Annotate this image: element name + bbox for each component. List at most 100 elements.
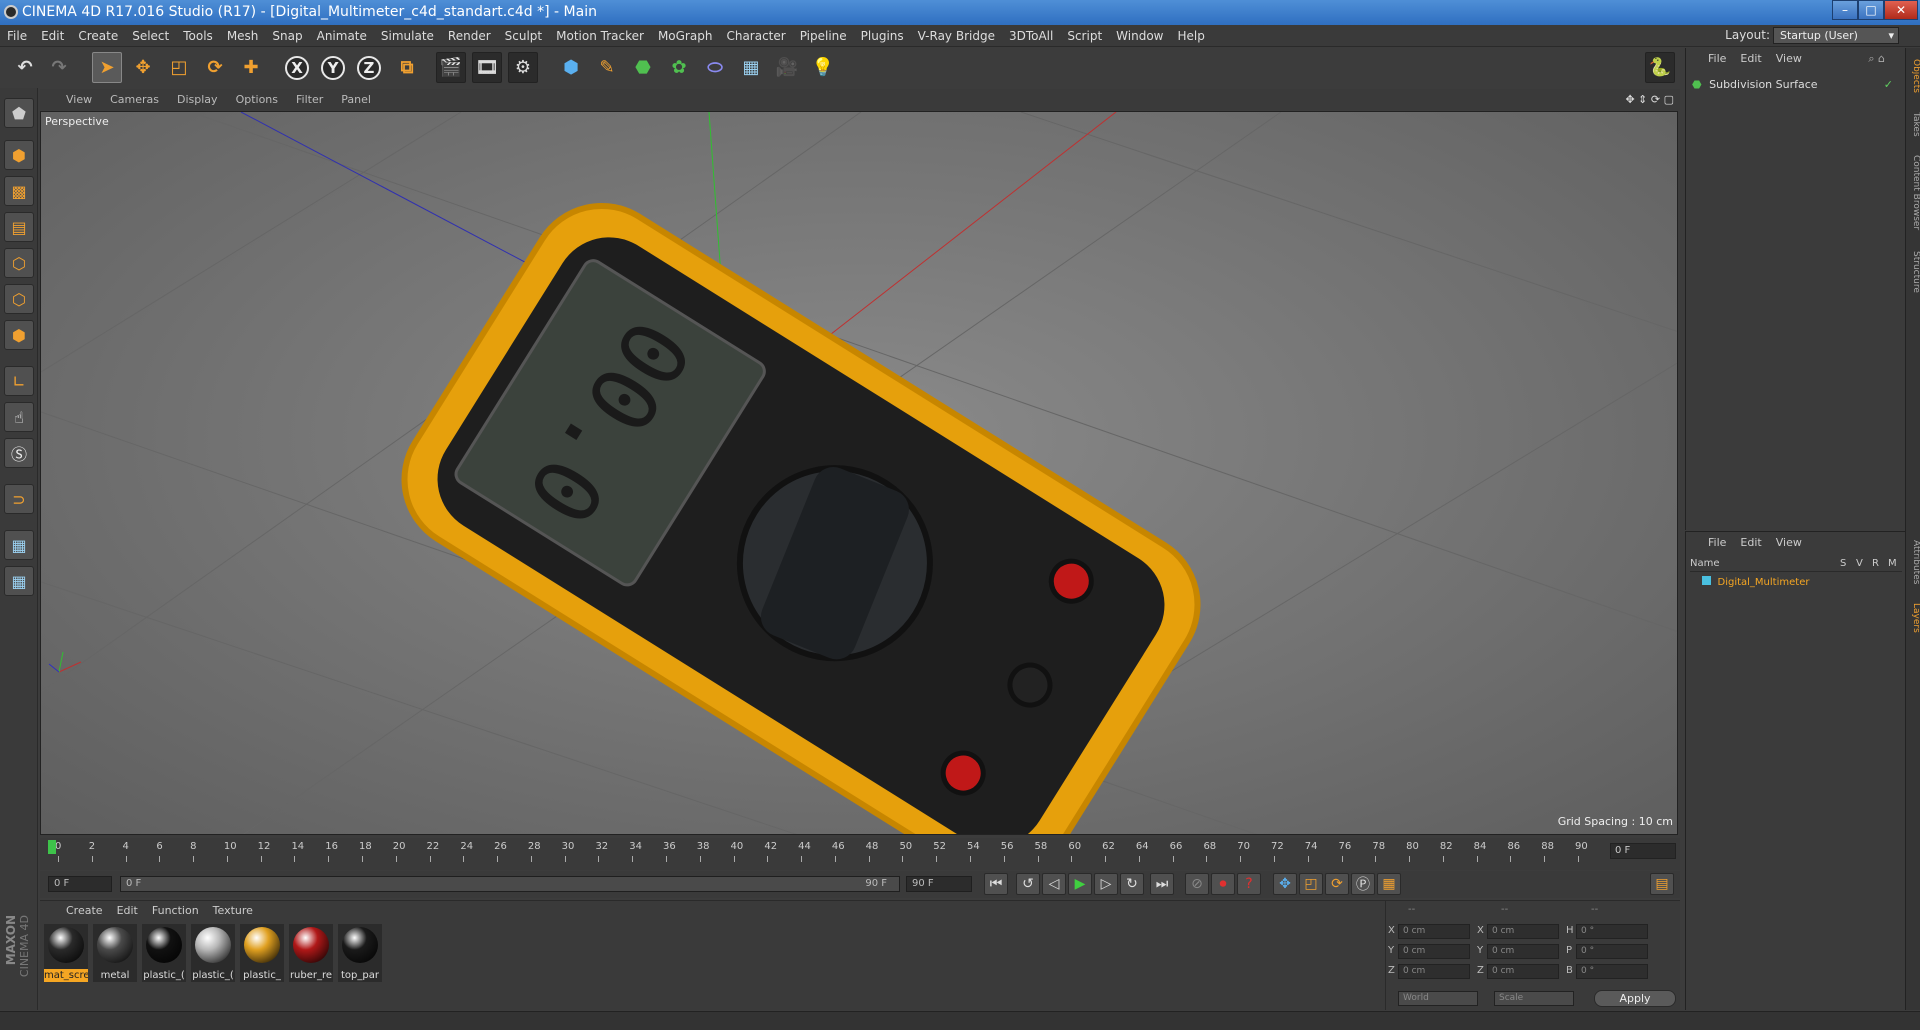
polygons-mode-icon[interactable]: ⬢	[4, 320, 34, 350]
scale-icon[interactable]: ◰	[164, 52, 194, 83]
tab-objects[interactable]: Objects	[1906, 54, 1920, 98]
viewport-menu-view[interactable]: View	[66, 89, 92, 110]
menu-animate[interactable]: Animate	[310, 25, 374, 47]
material-menu-edit[interactable]: Edit	[117, 901, 138, 921]
render-settings-icon[interactable]: ⚙	[508, 52, 538, 83]
rot-h-field[interactable]: 0 °	[1576, 924, 1648, 939]
play-forward-icon[interactable]: ▶	[1068, 873, 1092, 895]
rotate-icon[interactable]: ⟳	[200, 52, 230, 83]
menu-edit[interactable]: Edit	[34, 25, 71, 47]
points-mode-icon[interactable]: ⬡	[4, 248, 34, 278]
x-axis-lock-button[interactable]: X	[282, 52, 312, 83]
menu-mograph[interactable]: MoGraph	[651, 25, 720, 47]
recent-tool-icon[interactable]: ✚	[236, 52, 266, 83]
workplane-lock-icon[interactable]: ▦	[4, 530, 34, 560]
menu-window[interactable]: Window	[1109, 25, 1170, 47]
rotation-key-icon[interactable]: ⟳	[1325, 873, 1349, 895]
workplane-mode-icon[interactable]: ▤	[4, 212, 34, 242]
size-mode-select[interactable]: Scale	[1494, 991, 1574, 1006]
scale-key-icon[interactable]: ◰	[1299, 873, 1323, 895]
render-picture-viewer-icon[interactable]: 🎞	[472, 52, 502, 83]
menu-3dtoall[interactable]: 3DToAll	[1002, 25, 1060, 47]
object-row[interactable]: Digital_Multimeter	[1702, 575, 1902, 589]
position-key-icon[interactable]: ✥	[1273, 873, 1297, 895]
y-axis-lock-button[interactable]: Y	[318, 52, 348, 83]
material-menu-function[interactable]: Function	[152, 901, 199, 921]
material-menu-texture[interactable]: Texture	[213, 901, 253, 921]
material-swatch[interactable]: plastic_(	[142, 924, 186, 982]
menu-select[interactable]: Select	[125, 25, 176, 47]
texture-mode-icon[interactable]: ▩	[4, 176, 34, 206]
viewport-menu-display[interactable]: Display	[177, 89, 218, 110]
next-frame-icon[interactable]: ▷	[1094, 873, 1118, 895]
object-menu-edit[interactable]: Edit	[1740, 48, 1761, 70]
rot-b-field[interactable]: 0 °	[1576, 964, 1648, 979]
edges-mode-icon[interactable]: ⬡	[4, 284, 34, 314]
menu-pipeline[interactable]: Pipeline	[793, 25, 854, 47]
go-to-start-icon[interactable]: ⏮	[984, 873, 1008, 895]
secondary-menu-view[interactable]: View	[1776, 532, 1802, 554]
autokeying-icon[interactable]: ⏺	[1211, 873, 1235, 895]
material-swatch[interactable]: plastic_(	[191, 924, 235, 982]
next-key-icon[interactable]: ↻	[1120, 873, 1144, 895]
previous-key-icon[interactable]: ↺	[1016, 873, 1040, 895]
menu-plugins[interactable]: Plugins	[854, 25, 911, 47]
end-frame-field[interactable]: 90 F	[906, 876, 972, 892]
tab-content-browser[interactable]: Content Browser	[1906, 148, 1920, 238]
viewport-menu-filter[interactable]: Filter	[296, 89, 323, 110]
current-frame-field[interactable]: 0 F	[1610, 843, 1676, 859]
menu-simulate[interactable]: Simulate	[374, 25, 441, 47]
menu-help[interactable]: Help	[1170, 25, 1211, 47]
menu-mesh[interactable]: Mesh	[220, 25, 266, 47]
python-icon[interactable]: 🐍	[1645, 52, 1675, 83]
material-swatch[interactable]: ruber_re	[289, 924, 333, 982]
move-icon[interactable]: ✥	[128, 52, 158, 83]
pen-spline-icon[interactable]: ✎	[592, 52, 622, 83]
size-y-field[interactable]: 0 cm	[1487, 944, 1559, 959]
menu-file[interactable]: File	[0, 25, 34, 47]
viewport-menu-panel[interactable]: Panel	[341, 89, 371, 110]
menu-tools[interactable]: Tools	[176, 25, 220, 47]
pos-z-field[interactable]: 0 cm	[1398, 964, 1470, 979]
menu-sculpt[interactable]: Sculpt	[498, 25, 549, 47]
snapping-icon[interactable]: Ⓢ	[4, 438, 34, 468]
menu-vray-bridge[interactable]: V-Ray Bridge	[911, 25, 1002, 47]
menu-motion-tracker[interactable]: Motion Tracker	[549, 25, 651, 47]
enabled-check-icon[interactable]: ✓	[1884, 78, 1893, 91]
axis-mode-icon[interactable]: ∟	[4, 366, 34, 396]
material-menu-create[interactable]: Create	[66, 901, 103, 921]
size-z-field[interactable]: 0 cm	[1487, 964, 1559, 979]
material-swatch[interactable]: metal	[93, 924, 137, 982]
viewport-navigation-icons[interactable]: ✥ ⇕ ⟳ ▢	[1625, 89, 1674, 110]
render-view-icon[interactable]: 🎬	[436, 52, 466, 83]
close-button[interactable]: ✕	[1884, 0, 1918, 20]
tweak-mode-icon[interactable]: ☝	[4, 402, 34, 432]
camera-icon[interactable]: 🎥	[772, 52, 802, 83]
make-editable-icon[interactable]: ⬟	[4, 98, 34, 128]
undo-icon[interactable]: ↶	[10, 52, 40, 83]
minimize-button[interactable]: –	[1832, 0, 1858, 20]
secondary-menu-file[interactable]: File	[1708, 532, 1726, 554]
go-to-end-icon[interactable]: ⏭	[1150, 873, 1174, 895]
rot-p-field[interactable]: 0 °	[1576, 944, 1648, 959]
pos-y-field[interactable]: 0 cm	[1398, 944, 1470, 959]
cube-icon[interactable]: ⬢	[556, 52, 586, 83]
parameter-key-icon[interactable]: Ⓟ	[1351, 873, 1375, 895]
planar-workplane-icon[interactable]: ▦	[4, 566, 34, 596]
cloner-icon[interactable]: ✿	[664, 52, 694, 83]
material-swatch[interactable]: plastic_	[240, 924, 284, 982]
material-swatch[interactable]: mat_scre	[44, 924, 88, 982]
apply-button[interactable]: Apply	[1594, 990, 1676, 1007]
timeline-window-icon[interactable]: ▤	[1650, 873, 1674, 895]
point-level-animation-icon[interactable]: ▦	[1377, 873, 1401, 895]
frame-range-slider[interactable]: 0 F 90 F	[120, 876, 900, 892]
timeline[interactable]: 0 2 4 6 8 10 12 14 16 18 20 22 24 26 28 30 32 34 36 38 40 42 4…	[40, 838, 1680, 870]
menu-snap[interactable]: Snap	[265, 25, 309, 47]
3d-viewport[interactable]: 00.0 Perspective Grid Spacing : 10 cm	[40, 111, 1678, 835]
menu-script[interactable]: Script	[1060, 25, 1109, 47]
live-selection-icon[interactable]: ➤	[92, 52, 122, 83]
subdivision-surface-icon[interactable]: ⬣	[628, 52, 658, 83]
tab-takes[interactable]: Takes	[1906, 106, 1920, 142]
light-icon[interactable]: 💡	[808, 52, 838, 83]
layout-select[interactable]: Startup (User) ▾	[1773, 27, 1899, 44]
